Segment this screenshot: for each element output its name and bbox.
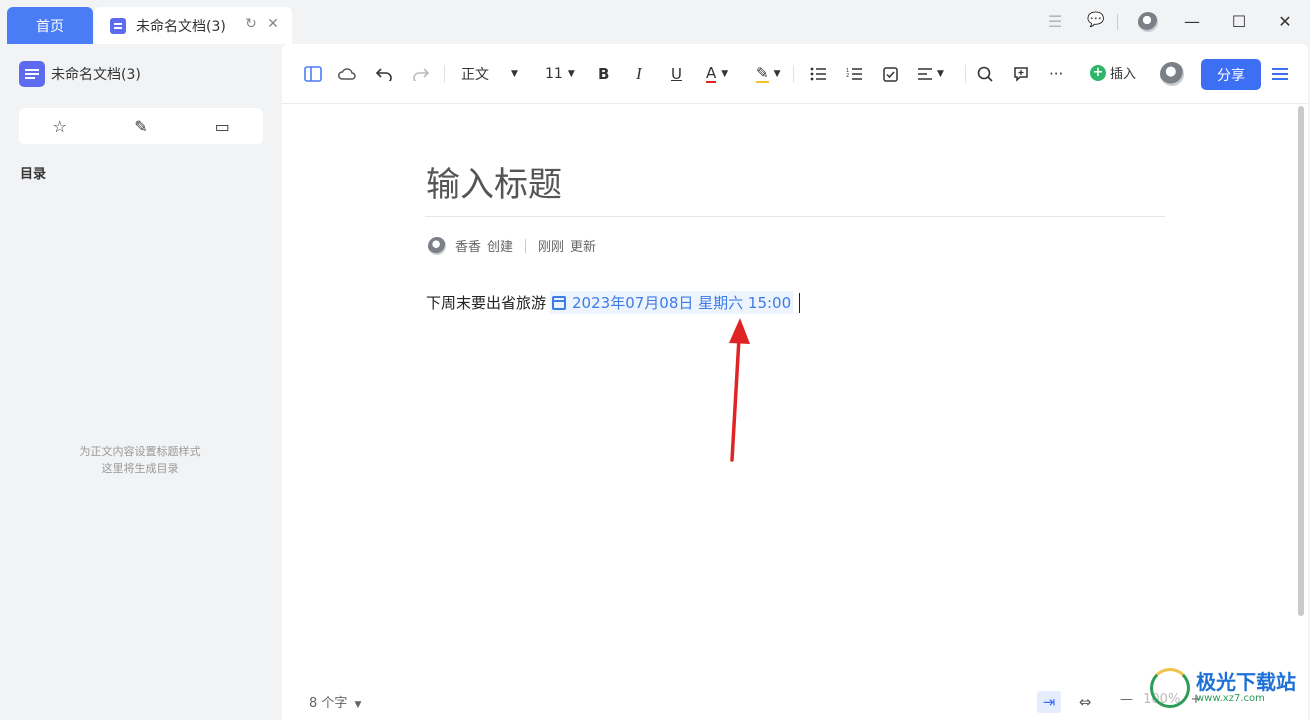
- chevron-down-icon: ▼: [773, 69, 781, 79]
- updated-time: 刚刚: [538, 240, 565, 255]
- highlight-icon: ✎: [756, 64, 769, 83]
- maximize-icon[interactable]: ☐: [1228, 12, 1250, 31]
- search-icon[interactable]: [977, 64, 993, 84]
- tab-document[interactable]: 未命名文档(3) ↻ ✕: [94, 7, 292, 44]
- creator-name: 香香: [455, 240, 482, 255]
- more-icon[interactable]: ···: [1049, 64, 1063, 84]
- underline-button[interactable]: U: [671, 64, 682, 84]
- insert-button[interactable]: + 插入: [1090, 63, 1136, 82]
- document-paragraph[interactable]: 下周末要出省旅游 2023年07月08日 星期六 15:00: [426, 291, 801, 314]
- document-icon: [19, 61, 45, 87]
- watermark: 极光下载站 www.xz7.com: [1150, 668, 1296, 708]
- toc-empty-hint: 为正文内容设置标题样式 这里将生成目录: [0, 443, 280, 477]
- cloud-icon[interactable]: [338, 64, 356, 84]
- watermark-logo-icon: [1150, 668, 1190, 708]
- checkbox-icon[interactable]: [883, 64, 898, 84]
- chevron-down-icon: ▼: [511, 69, 518, 79]
- menu-icon[interactable]: [1270, 63, 1292, 85]
- bullet-list-icon[interactable]: [810, 64, 826, 84]
- sidebar-toolbar: ☆ ✎ ▭: [19, 108, 263, 144]
- undo-icon[interactable]: [376, 64, 392, 84]
- toc-heading: 目录: [20, 167, 47, 182]
- tab-document-label: 未命名文档(3): [136, 18, 226, 35]
- created-label: 创建: [487, 240, 514, 255]
- font-color-icon: A: [706, 64, 717, 83]
- watermark-url: www.xz7.com: [1196, 693, 1265, 704]
- svg-text:2: 2: [846, 73, 849, 79]
- avatar: [428, 236, 446, 255]
- chevron-down-icon: ▼: [354, 700, 362, 710]
- date-chip[interactable]: 2023年07月08日 星期六 15:00: [550, 291, 794, 314]
- font-size-select[interactable]: 11 ▼: [545, 64, 575, 84]
- redo-icon[interactable]: [413, 64, 429, 84]
- zoom-out-button[interactable]: —: [1120, 692, 1133, 707]
- avatar[interactable]: [1138, 12, 1158, 32]
- align-button[interactable]: ▼: [918, 64, 944, 84]
- comment-icon[interactable]: [1013, 64, 1029, 84]
- chat-icon[interactable]: 💬: [1085, 12, 1107, 28]
- paragraph-style-label: 正文: [461, 67, 489, 83]
- font-size-label: 11: [545, 66, 563, 82]
- italic-button[interactable]: I: [636, 64, 642, 84]
- watermark-text: 极光下载站: [1196, 670, 1296, 694]
- scrollbar[interactable]: [1298, 106, 1304, 616]
- folder-icon[interactable]: ▭: [182, 108, 263, 144]
- document-title[interactable]: 输入标题: [426, 157, 562, 206]
- close-icon[interactable]: ✕: [1274, 12, 1296, 31]
- divider: [1117, 14, 1118, 30]
- editor: 正文 ▼ 11 ▼ B I U A ▼ ✎ ▼ 12 ▼ ··· + 插入 分享…: [282, 44, 1308, 720]
- tab-home[interactable]: 首页: [7, 7, 93, 44]
- editor-toolbar: 正文 ▼ 11 ▼ B I U A ▼ ✎ ▼ 12 ▼ ··· + 插入 分享: [282, 44, 1308, 104]
- minimize-icon[interactable]: —: [1181, 12, 1203, 31]
- word-count-label: 8 个字: [309, 696, 348, 711]
- word-count[interactable]: 8 个字 ▼: [309, 692, 361, 711]
- share-button[interactable]: 分享: [1201, 59, 1261, 90]
- close-tab-icon[interactable]: ✕: [264, 16, 282, 32]
- chevron-down-icon: ▼: [567, 69, 575, 79]
- insert-label: 插入: [1110, 67, 1137, 82]
- document-meta: 香香 创建 刚刚 更新: [428, 236, 596, 255]
- paragraph-style-select[interactable]: 正文 ▼: [461, 64, 518, 84]
- font-color-button[interactable]: A ▼: [706, 64, 728, 84]
- sidebar-toggle-icon[interactable]: [304, 64, 322, 84]
- highlight-button[interactable]: ✎ ▼: [756, 64, 781, 84]
- title-bar: 首页 未命名文档(3) ↻ ✕ ☰ 💬 — ☐ ✕: [0, 0, 1310, 46]
- toc-hint-line-2: 这里将生成目录: [101, 462, 179, 475]
- chevron-down-icon: ▼: [721, 69, 729, 79]
- full-width-icon[interactable]: ⇔: [1073, 691, 1097, 713]
- date-chip-label: 2023年07月08日 星期六 15:00: [572, 294, 792, 312]
- title-divider: [425, 216, 1165, 217]
- toc-hint-line-1: 为正文内容设置标题样式: [79, 445, 201, 458]
- star-icon[interactable]: ☆: [19, 108, 100, 144]
- list-icon[interactable]: ☰: [1044, 12, 1066, 31]
- updated-label: 更新: [570, 240, 597, 255]
- document-icon: [110, 17, 126, 34]
- tag-icon[interactable]: ✎: [100, 108, 181, 144]
- calendar-icon: [552, 295, 567, 310]
- paragraph-text: 下周末要出省旅游: [426, 294, 547, 312]
- sidebar: 未命名文档(3) ☆ ✎ ▭ 目录 为正文内容设置标题样式 这里将生成目录: [0, 44, 280, 720]
- avatar[interactable]: [1160, 62, 1184, 86]
- chevron-down-icon: ▼: [937, 69, 944, 79]
- sidebar-doc-title[interactable]: 未命名文档(3): [19, 61, 141, 87]
- text-cursor: [799, 292, 801, 313]
- numbered-list-icon[interactable]: 12: [846, 64, 862, 84]
- bold-button[interactable]: B: [598, 64, 609, 84]
- fit-width-icon[interactable]: ⇥: [1037, 691, 1061, 713]
- sidebar-doc-name: 未命名文档(3): [51, 67, 141, 83]
- refresh-icon[interactable]: ↻: [242, 16, 260, 32]
- plus-icon: +: [1090, 64, 1106, 81]
